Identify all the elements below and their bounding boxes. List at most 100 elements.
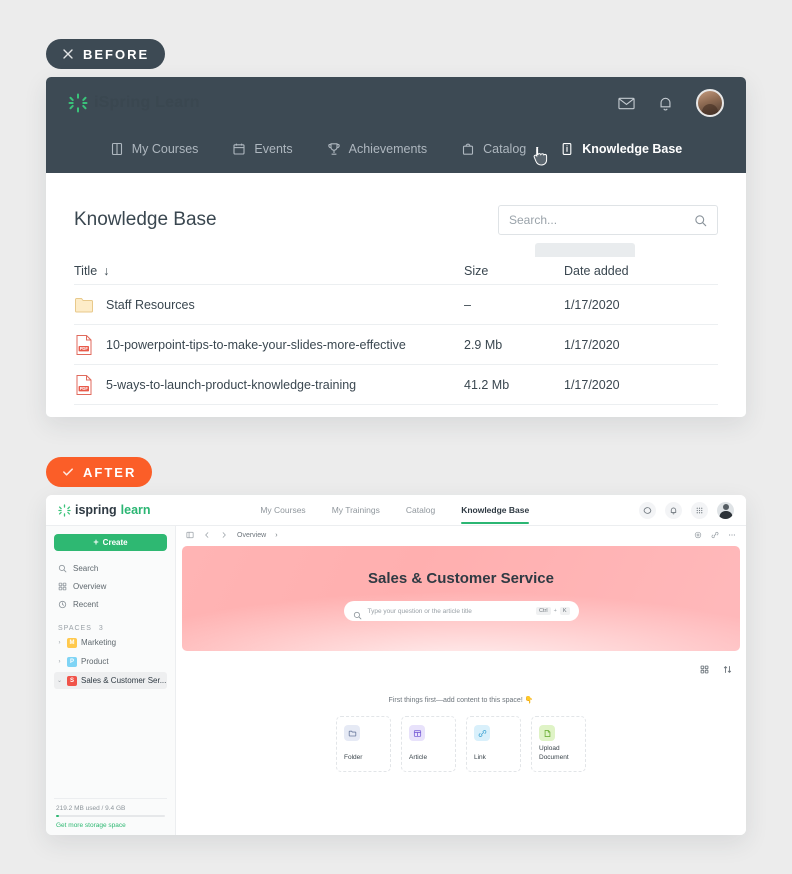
- sort-icon[interactable]: [723, 661, 732, 673]
- tab-catalog[interactable]: Catalog: [461, 142, 526, 159]
- column-title-label: Title: [74, 263, 98, 278]
- sidebar-item-recent[interactable]: Recent: [54, 595, 167, 613]
- ispring-mark-icon: [68, 93, 88, 113]
- sidebar-item-search[interactable]: Search: [54, 559, 167, 577]
- before-navbar: iSpring Learn My Courses Events Achievem…: [46, 77, 746, 173]
- badge-before-label: BEFORE: [83, 46, 150, 62]
- badge-after-label: AFTER: [83, 464, 137, 480]
- article-icon: [409, 725, 425, 741]
- column-title[interactable]: Title ↓: [74, 264, 464, 278]
- before-logo[interactable]: iSpring Learn: [68, 93, 200, 113]
- calendar-icon: [232, 142, 246, 156]
- view-toolbar: [176, 651, 746, 674]
- tab-knowledge-base[interactable]: Knowledge Base: [560, 142, 682, 159]
- keyboard-shortcut: Ctrl + K: [536, 607, 570, 615]
- row-date: 1/17/2020: [564, 297, 620, 312]
- space-label: Product: [81, 657, 109, 666]
- breadcrumb: Overview ›: [176, 526, 746, 544]
- table-row[interactable]: Staff Resources – 1/17/2020: [74, 285, 718, 325]
- plus-icon: +: [93, 537, 99, 547]
- book-icon: [110, 142, 124, 156]
- create-button-label: Create: [102, 538, 128, 547]
- link-icon[interactable]: [711, 531, 719, 539]
- column-date-added[interactable]: Date added: [564, 264, 718, 278]
- avatar[interactable]: [696, 89, 724, 117]
- row-size: 2.9 Mb: [464, 337, 503, 352]
- create-button[interactable]: + Create: [54, 534, 167, 551]
- space-avatar: M: [67, 637, 77, 648]
- before-tabs: My Courses Events Achievements Catalog K…: [46, 129, 746, 173]
- after-main: + Create Search Overview Recent SPACES 3…: [46, 526, 746, 835]
- column-size[interactable]: Size: [464, 264, 564, 278]
- sidebar-item-label: Search: [73, 563, 99, 573]
- space-avatar: S: [67, 675, 77, 686]
- folder-icon: [74, 294, 94, 316]
- chevron-right-icon[interactable]: ›: [56, 659, 63, 665]
- table-row[interactable]: PDF 10-powerpoint-tips-to-make-your-slid…: [74, 325, 718, 365]
- card-upload-document[interactable]: Upload Document: [531, 716, 586, 772]
- tab-events[interactable]: Events: [232, 142, 293, 159]
- after-screenshot: ispring learn My Courses My Trainings Ca…: [46, 495, 746, 835]
- chevron-right-icon[interactable]: ›: [56, 640, 63, 646]
- grid-view-icon[interactable]: [700, 661, 709, 674]
- card-link[interactable]: Link: [466, 716, 521, 772]
- before-screenshot: iSpring Learn My Courses Events Achievem…: [46, 77, 746, 417]
- settings-icon[interactable]: [694, 531, 702, 539]
- nav-item-knowledge-base[interactable]: Knowledge Base: [461, 505, 530, 524]
- chevron-right-icon[interactable]: [220, 531, 228, 539]
- tab-achievements[interactable]: Achievements: [327, 141, 428, 159]
- after-logo[interactable]: ispring learn: [58, 503, 151, 517]
- card-article[interactable]: Article: [401, 716, 456, 772]
- nav-item-my-trainings[interactable]: My Trainings: [332, 505, 380, 524]
- svg-text:PDF: PDF: [80, 386, 89, 391]
- get-more-storage-link[interactable]: Get more storage space: [56, 822, 165, 829]
- content-type-cards: Folder Article Link Upload Document: [176, 716, 746, 772]
- mail-icon[interactable]: [618, 95, 635, 112]
- spaces-header: SPACES 3: [54, 625, 167, 632]
- close-icon: [62, 48, 74, 60]
- bell-icon[interactable]: [657, 95, 674, 112]
- space-item-product[interactable]: › P Product: [54, 653, 167, 670]
- avatar[interactable]: [717, 501, 734, 519]
- logo-text-ispring: ispring: [75, 503, 117, 517]
- breadcrumb-separator: ›: [275, 531, 278, 539]
- shortcut-k: K: [559, 607, 570, 615]
- row-title: Staff Resources: [106, 297, 195, 312]
- more-icon[interactable]: [728, 531, 736, 539]
- bag-icon: [461, 142, 475, 156]
- trophy-icon: [327, 142, 341, 156]
- sidebar-item-overview[interactable]: Overview: [54, 577, 167, 595]
- space-item-sales-customer-service[interactable]: ⌄ S Sales & Customer Ser...: [54, 672, 167, 689]
- panel-toggle-icon[interactable]: [186, 531, 194, 539]
- knowledge-base-table: Title ↓ Size Date added Staff Resources: [74, 257, 718, 405]
- spaces-header-label: SPACES: [58, 625, 92, 632]
- card-folder[interactable]: Folder: [336, 716, 391, 772]
- search-input[interactable]: Search...: [498, 205, 718, 235]
- tab-label: My Courses: [131, 141, 199, 156]
- table-header-row: Title ↓ Size Date added: [74, 257, 718, 285]
- hero-search-input[interactable]: Type your question or the article title …: [343, 601, 579, 621]
- chat-icon[interactable]: [639, 501, 656, 519]
- grid-icon: [58, 582, 67, 591]
- document-icon: [539, 725, 555, 741]
- nav-item-my-courses[interactable]: My Courses: [260, 505, 305, 524]
- bell-icon[interactable]: [665, 501, 682, 519]
- chevron-down-icon[interactable]: ⌄: [56, 677, 63, 684]
- link-icon: [474, 725, 490, 741]
- tab-label: Achievements: [348, 141, 428, 156]
- space-avatar: P: [67, 656, 77, 667]
- before-content: Knowledge Base Search... Title ↓ Size Da…: [46, 173, 746, 417]
- pdf-icon: PDF: [74, 374, 94, 396]
- folder-icon: [344, 725, 360, 741]
- nav-item-catalog[interactable]: Catalog: [406, 505, 435, 524]
- row-title-cell: PDF 10-powerpoint-tips-to-make-your-slid…: [74, 334, 464, 356]
- row-date: 1/17/2020: [564, 337, 620, 352]
- sidebar-nav: Search Overview Recent: [54, 559, 167, 613]
- chevron-left-icon[interactable]: [203, 531, 211, 539]
- apps-grid-icon[interactable]: [691, 501, 708, 519]
- sidebar-item-label: Recent: [73, 599, 99, 609]
- breadcrumb-path[interactable]: Overview: [237, 532, 266, 539]
- tab-my-courses[interactable]: My Courses: [110, 141, 199, 159]
- space-item-marketing[interactable]: › M Marketing: [54, 634, 167, 651]
- table-row[interactable]: PDF 5-ways-to-launch-product-knowledge-t…: [74, 365, 718, 405]
